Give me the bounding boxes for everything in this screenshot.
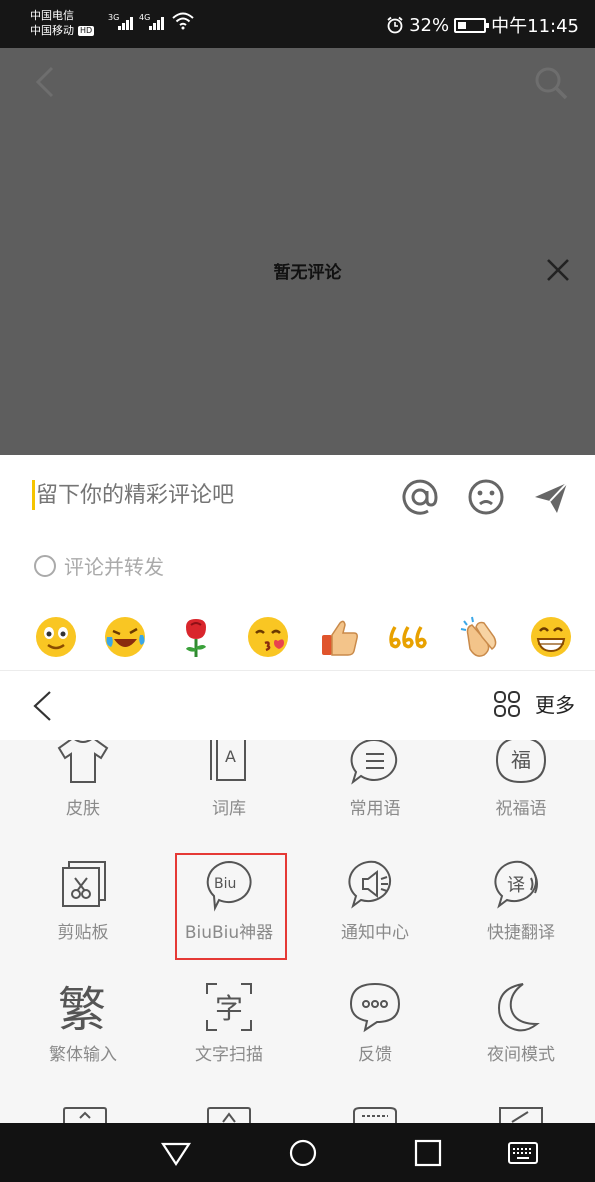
biubiu-highlight-box bbox=[175, 853, 287, 960]
signal-2-icon: 4G bbox=[139, 13, 164, 30]
more-label: 更多 bbox=[535, 693, 575, 717]
tool-notification[interactable]: 通知中心 bbox=[302, 858, 448, 943]
partial-tool-icon bbox=[63, 1107, 107, 1123]
traditional-icon: 繁 bbox=[58, 982, 106, 1034]
clipboard-icon bbox=[62, 861, 106, 907]
dimmed-background[interactable] bbox=[0, 0, 595, 455]
close-icon[interactable] bbox=[544, 256, 572, 284]
carrier-1: 中国电信 bbox=[30, 9, 74, 22]
partial-keyboard-icon bbox=[353, 1107, 397, 1123]
dictionary-icon: A bbox=[210, 740, 246, 781]
tool-translate[interactable]: 译 快捷翻译 bbox=[448, 858, 594, 943]
nav-back-icon[interactable] bbox=[160, 1137, 192, 1169]
quick-emoji-row bbox=[0, 615, 595, 665]
search-icon[interactable] bbox=[532, 64, 570, 102]
battery-icon bbox=[454, 17, 490, 33]
repost-option[interactable]: 评论并转发 bbox=[34, 551, 164, 580]
feedback-icon bbox=[349, 982, 401, 1033]
phrases-icon bbox=[350, 740, 398, 785]
signal-1-icon: 3G bbox=[108, 13, 133, 30]
tool-phrases[interactable]: 常用语 bbox=[302, 740, 448, 819]
repost-label: 评论并转发 bbox=[64, 555, 164, 579]
svg-text:字: 字 bbox=[215, 992, 243, 1025]
svg-text:A: A bbox=[225, 747, 236, 766]
more-button[interactable]: 更多 bbox=[493, 689, 575, 718]
svg-text:译: 译 bbox=[507, 875, 525, 896]
wifi-icon bbox=[172, 12, 194, 30]
keyboard-toolbar: 更多 bbox=[0, 670, 595, 740]
grid-icon bbox=[494, 690, 520, 717]
nav-home-icon[interactable] bbox=[287, 1137, 319, 1169]
empty-comments-message: 暂无评论 bbox=[273, 263, 342, 283]
clapping-emoji-icon[interactable] bbox=[458, 615, 502, 659]
comment-panel: 评论并转发 bbox=[0, 455, 595, 670]
nav-keyboard-icon[interactable] bbox=[507, 1137, 539, 1169]
laugh-cry-emoji-icon[interactable] bbox=[103, 615, 147, 659]
night-mode-icon bbox=[497, 983, 540, 1032]
text-cursor bbox=[32, 480, 35, 510]
tool-traditional[interactable]: 繁 繁体输入 bbox=[10, 980, 156, 1065]
rose-emoji-icon[interactable] bbox=[174, 615, 218, 659]
alarm-icon bbox=[387, 16, 403, 34]
thumbs-up-emoji-icon[interactable] bbox=[318, 615, 362, 659]
back-arrow-icon[interactable] bbox=[28, 64, 64, 100]
navigation-bar bbox=[0, 1123, 595, 1182]
mention-at-icon[interactable] bbox=[400, 477, 440, 517]
signal-indicators: 3G 4G bbox=[108, 12, 194, 30]
battery-percent: 32% bbox=[409, 14, 450, 36]
666-emoji-icon[interactable] bbox=[386, 615, 430, 659]
emoji-picker-icon[interactable] bbox=[466, 477, 506, 517]
smile-emoji-icon[interactable] bbox=[34, 615, 78, 659]
blessing-icon: 福 bbox=[495, 740, 547, 784]
carrier-2: 中国移动 bbox=[30, 24, 74, 37]
scan-text-icon: 字 bbox=[206, 983, 252, 1031]
tool-blessing[interactable]: 福 祝福语 bbox=[448, 740, 594, 819]
comment-input[interactable] bbox=[36, 477, 386, 513]
tool-skin[interactable]: 皮肤 bbox=[10, 740, 156, 819]
partial-tool-icon bbox=[207, 1107, 251, 1123]
keyboard-tools-grid: 皮肤 A 词库 常用语 福 祝福语 剪贴板 Biu BiuBiu神器 通知中心 … bbox=[0, 740, 595, 1123]
translate-icon: 译 bbox=[494, 860, 538, 909]
tool-night-mode[interactable]: 夜间模式 bbox=[448, 980, 594, 1065]
tool-clipboard[interactable]: 剪贴板 bbox=[10, 858, 156, 943]
kiss-emoji-icon[interactable] bbox=[246, 615, 290, 659]
carrier-info: 中国电信 中国移动 HD bbox=[30, 8, 95, 38]
grin-emoji-icon[interactable] bbox=[529, 615, 573, 659]
status-bar: 中国电信 中国移动 HD 3G 4G 32% 中午11:45 bbox=[0, 0, 595, 48]
svg-text:繁: 繁 bbox=[58, 982, 106, 1034]
svg-text:福: 福 bbox=[511, 748, 531, 772]
tool-dictionary[interactable]: A 词库 bbox=[156, 740, 302, 819]
send-icon[interactable] bbox=[531, 477, 571, 517]
partial-tool-icon bbox=[499, 1107, 543, 1123]
tool-feedback[interactable]: 反馈 bbox=[302, 980, 448, 1065]
hd-badge: HD bbox=[78, 25, 95, 36]
tool-scan-text[interactable]: 字 文字扫描 bbox=[156, 980, 302, 1065]
shirt-icon bbox=[57, 740, 109, 783]
nav-recents-icon[interactable] bbox=[412, 1137, 444, 1169]
repost-radio[interactable] bbox=[34, 554, 56, 577]
keyboard-back-icon[interactable] bbox=[30, 689, 54, 723]
notification-icon bbox=[348, 860, 392, 909]
clock: 中午11:45 bbox=[491, 16, 579, 37]
status-right: 32% 中午11:45 bbox=[386, 12, 579, 38]
